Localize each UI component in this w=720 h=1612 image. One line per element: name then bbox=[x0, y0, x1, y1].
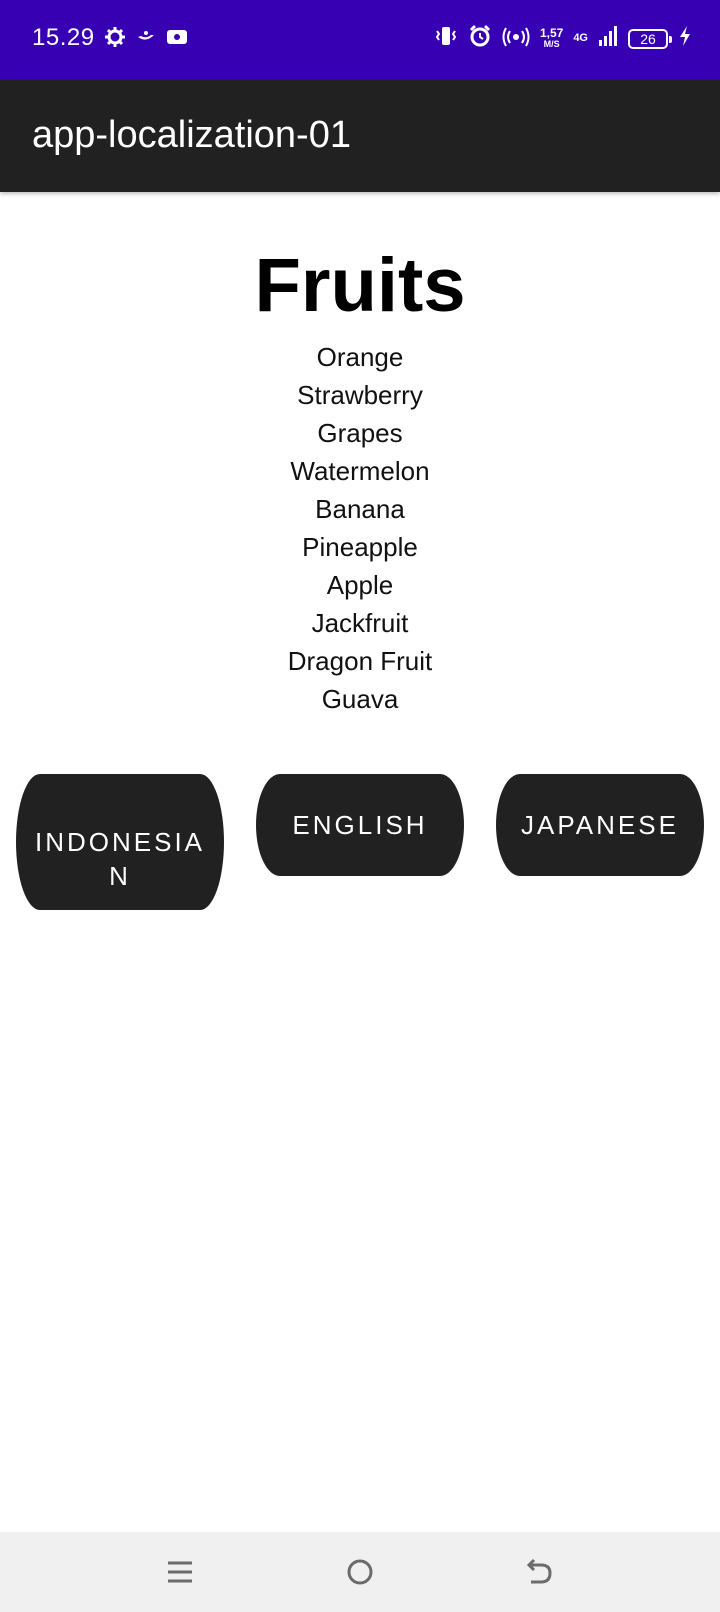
indonesian-button[interactable]: INDONESIA N bbox=[16, 774, 224, 910]
status-right-icons: 1,57 M/S 4G 26 bbox=[434, 24, 692, 53]
indonesian-button-label-line1: INDONESIA bbox=[34, 827, 206, 857]
fruit-item: Pineapple bbox=[302, 532, 418, 562]
fruit-item: Apple bbox=[326, 570, 394, 600]
video-camera-icon bbox=[166, 28, 188, 51]
fruit-item: Dragon Fruit bbox=[287, 646, 433, 676]
status-left-icons bbox=[104, 26, 188, 53]
fruit-item: Orange bbox=[316, 342, 404, 372]
japanese-button[interactable]: JAPANESE bbox=[496, 774, 704, 876]
vibrate-icon bbox=[434, 25, 458, 52]
network-speed-value: 1,57 bbox=[539, 25, 564, 40]
status-time: 15.29 bbox=[32, 24, 95, 51]
fruit-list: Orange Strawberry Grapes Watermelon Bana… bbox=[0, 338, 720, 718]
charging-icon bbox=[678, 25, 692, 52]
app-bar: app-localization-01 bbox=[0, 80, 720, 192]
gear-icon bbox=[104, 26, 126, 53]
menu-icon[interactable] bbox=[160, 1552, 200, 1592]
navigation-bar bbox=[0, 1532, 720, 1612]
status-bar: 15.29 1,57 M/S 4G 26 bbox=[0, 0, 720, 80]
home-icon[interactable] bbox=[340, 1552, 380, 1592]
fruit-item: Banana bbox=[315, 494, 405, 524]
hotspot-icon bbox=[502, 24, 530, 53]
network-type: 4G bbox=[573, 32, 588, 44]
english-button[interactable]: ENGLISH bbox=[256, 774, 464, 876]
fruit-item: Jackfruit bbox=[311, 608, 409, 638]
fruit-item: Grapes bbox=[317, 418, 403, 448]
app-title: app-localization-01 bbox=[32, 114, 351, 156]
signal-icon bbox=[598, 25, 618, 52]
fruit-item: Strawberry bbox=[297, 380, 423, 410]
fruit-item: Watermelon bbox=[290, 456, 430, 486]
indonesian-button-label-line2: N bbox=[109, 861, 131, 891]
genie-lamp-icon bbox=[136, 29, 156, 50]
fruit-item: Guava bbox=[321, 684, 399, 714]
network-speed: 1,57 M/S bbox=[539, 25, 564, 50]
battery-icon: 26 bbox=[628, 28, 672, 49]
network-speed-unit: M/S bbox=[543, 38, 560, 49]
alarm-icon bbox=[468, 24, 492, 53]
back-icon[interactable] bbox=[520, 1552, 560, 1592]
page-heading: Fruits bbox=[254, 243, 466, 328]
